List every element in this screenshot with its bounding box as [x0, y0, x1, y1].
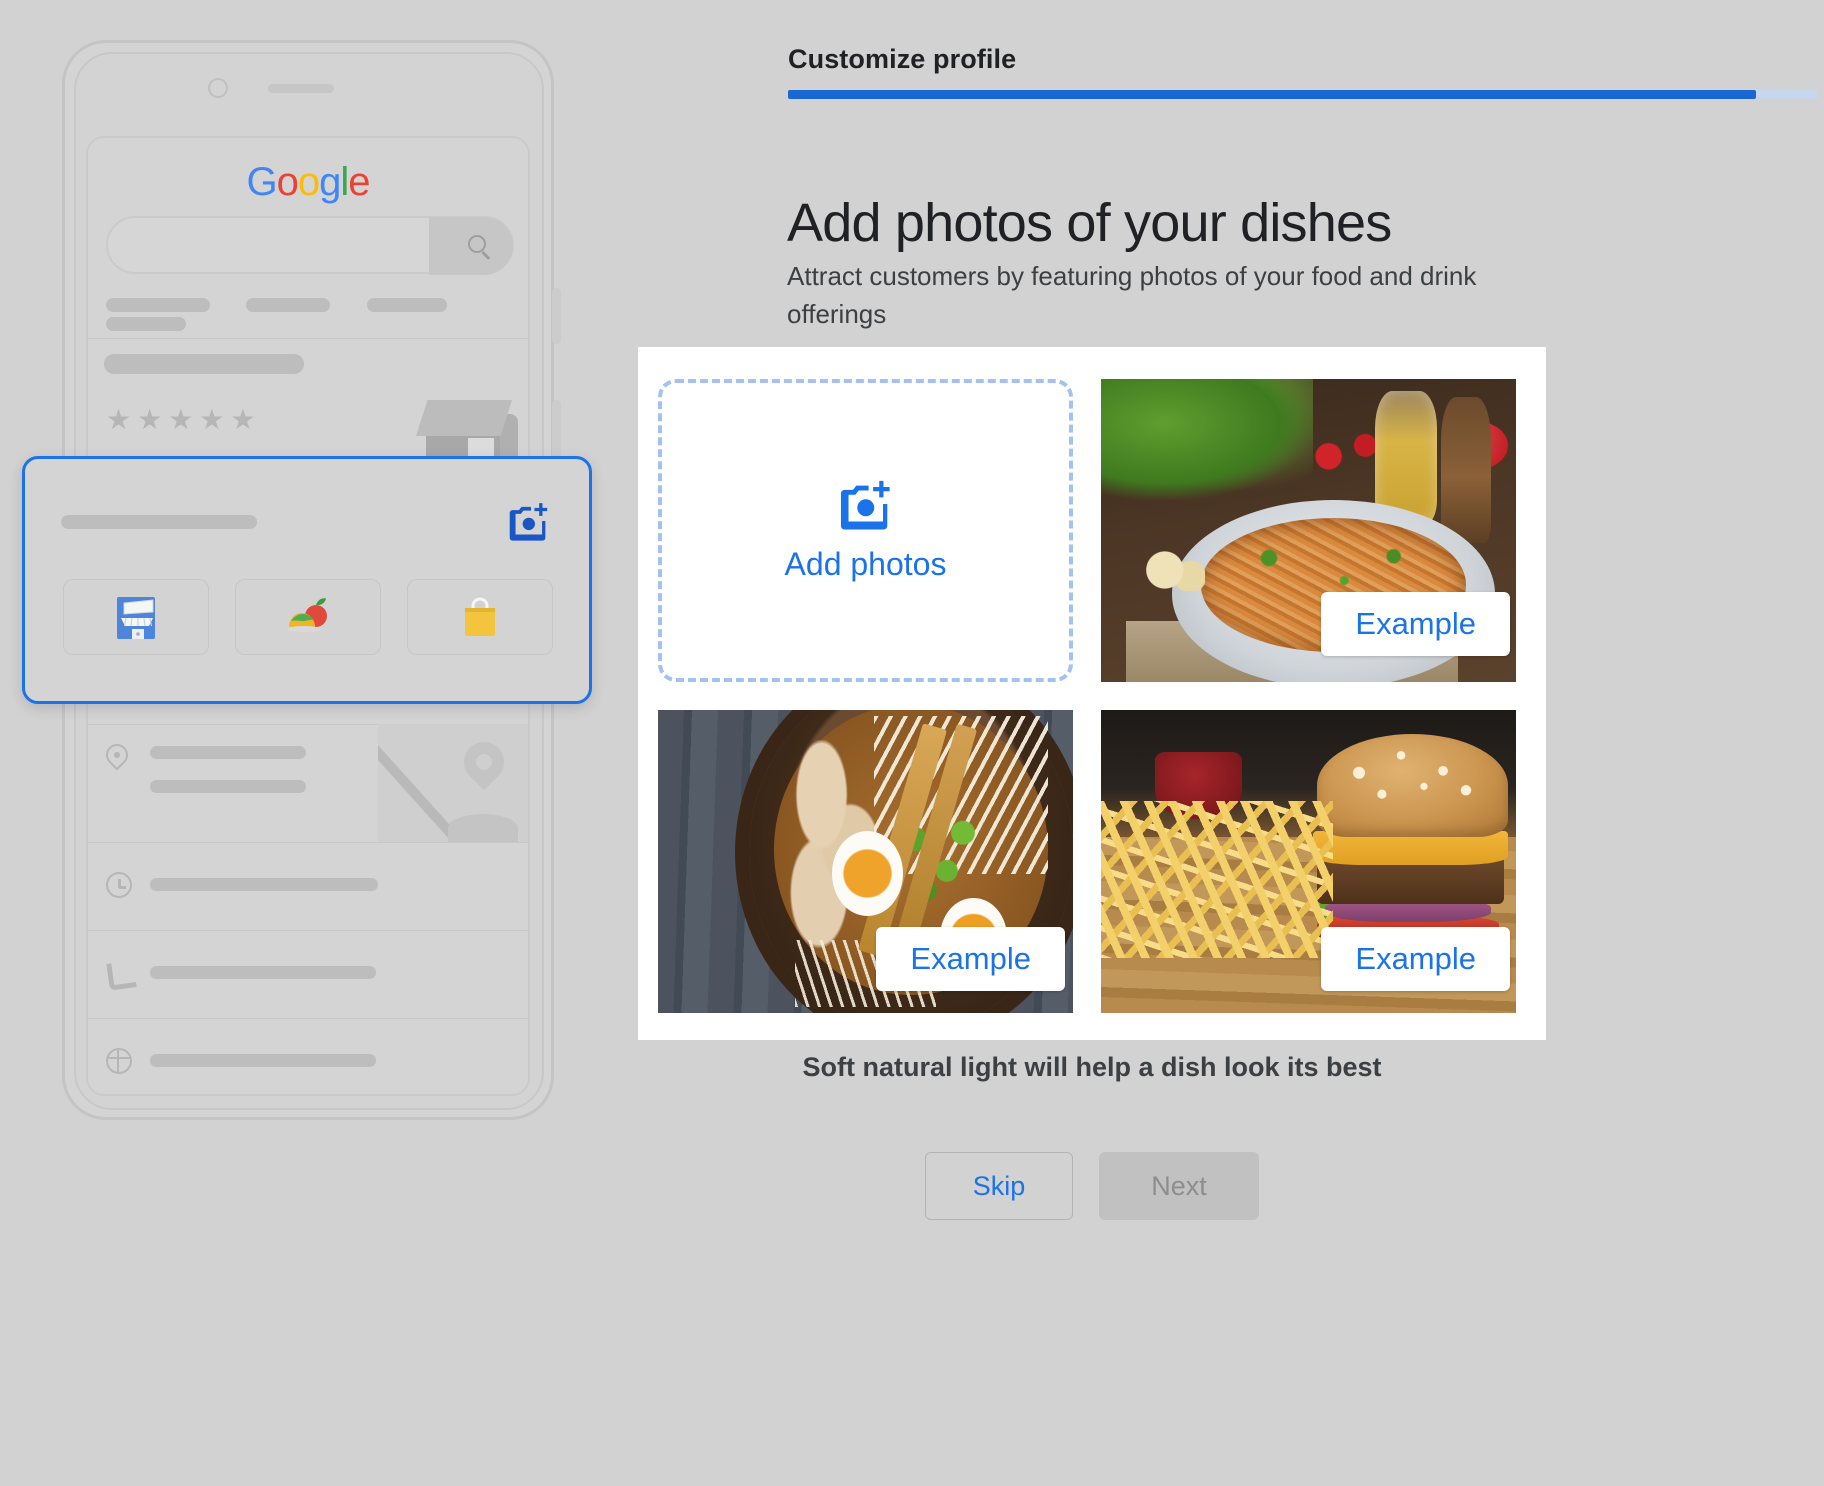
search-icon	[468, 235, 486, 253]
callout-title-placeholder	[61, 515, 257, 529]
google-logo-letter: g	[319, 160, 341, 204]
progress-bar-fill	[788, 90, 1757, 99]
phone-icon	[106, 960, 134, 988]
next-button[interactable]: Next	[1099, 1152, 1259, 1220]
page-title: Add photos of your dishes	[787, 193, 1392, 253]
phone-earpiece-speaker	[268, 84, 334, 93]
google-logo-letter: o	[276, 160, 299, 204]
placeholder-chip	[106, 298, 210, 312]
add-photos-dropzone[interactable]: Add photos	[658, 379, 1073, 682]
google-logo-letter: o	[297, 160, 320, 204]
list-item[interactable]	[88, 724, 528, 842]
placeholder-chip-row	[106, 298, 528, 336]
tile-food-and-drink[interactable]	[235, 579, 381, 655]
google-logo-letter: l	[340, 160, 349, 204]
shopping-bag-icon	[452, 589, 508, 645]
example-badge: Example	[1321, 927, 1510, 991]
example-badge: Example	[1321, 592, 1510, 656]
map-thumbnail[interactable]	[378, 724, 528, 842]
food-menu-icon	[280, 589, 336, 645]
list-item[interactable]	[88, 930, 528, 1018]
placeholder-chip	[366, 298, 447, 312]
placeholder-chip	[106, 317, 186, 331]
list-item[interactable]	[88, 1018, 528, 1094]
example-photo-pasta[interactable]: Example	[1101, 379, 1516, 682]
tile-business-info[interactable]	[63, 579, 209, 655]
location-pin-icon	[101, 739, 134, 772]
divider	[88, 338, 528, 339]
google-logo-letter: e	[348, 160, 370, 204]
google-logo-letter: G	[246, 160, 277, 204]
photos-card: Add photos Example Example Example	[638, 347, 1546, 1040]
globe-icon	[106, 1048, 134, 1076]
list-item[interactable]	[88, 842, 528, 930]
search-input[interactable]	[106, 216, 514, 275]
rating-stars: ★★★★★	[106, 404, 262, 435]
onboarding-screen: Google ★★★★★ Customize profile Add photo…	[0, 0, 1824, 1486]
phone-front-camera-icon	[208, 78, 228, 98]
clock-icon	[106, 872, 134, 900]
tile-products[interactable]	[407, 579, 553, 655]
progress-bar	[788, 90, 1818, 99]
map-pin-icon	[455, 733, 513, 791]
page-subtitle: Attract customers by featuring photos of…	[787, 261, 1477, 329]
placeholder-chip	[246, 298, 331, 312]
photos-grid: Add photos Example Example Example	[658, 379, 1526, 1013]
action-bar: Skip Next	[638, 1152, 1546, 1220]
google-logo: Google	[88, 160, 528, 205]
example-photo-burger[interactable]: Example	[1101, 710, 1516, 1013]
skip-button[interactable]: Skip	[925, 1152, 1073, 1220]
callout-tile-row	[63, 579, 553, 655]
add-a-photo-icon	[837, 478, 895, 530]
add-photos-label: Add photos	[784, 546, 947, 582]
add-a-photo-icon[interactable]	[507, 501, 551, 541]
main-panel: Customize profile Add photos of your dis…	[638, 0, 1824, 1486]
business-storefront-icon	[108, 589, 164, 645]
example-photo-ramen[interactable]: Example	[658, 710, 1073, 1013]
photo-upload-callout-card[interactable]	[22, 456, 592, 704]
example-badge: Example	[876, 927, 1065, 991]
step-label: Customize profile	[788, 44, 1017, 74]
photo-tip-text: Soft natural light will help a dish look…	[802, 1052, 1382, 1082]
business-name-placeholder	[104, 354, 516, 374]
phone-side-button	[552, 288, 561, 344]
